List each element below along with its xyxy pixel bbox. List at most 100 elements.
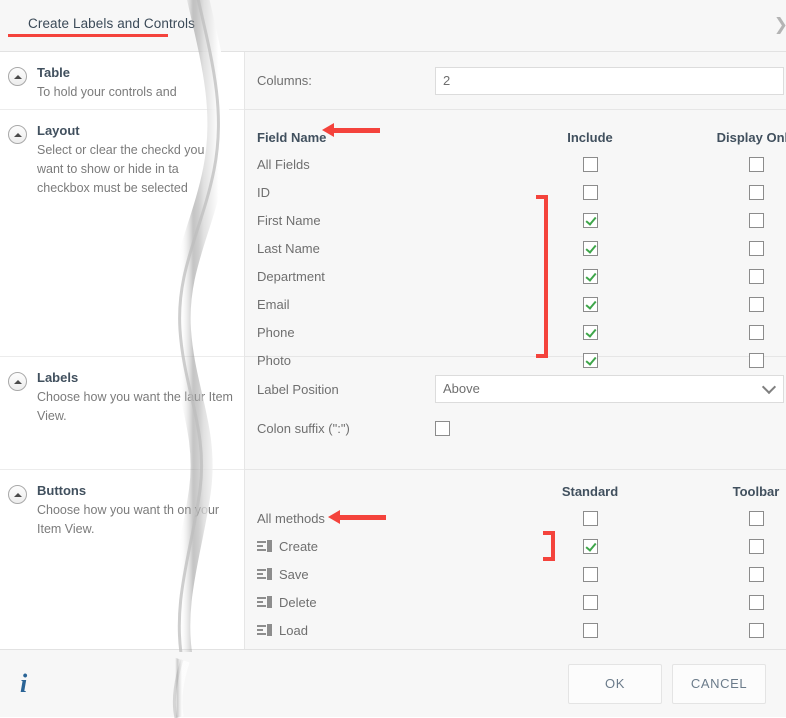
toolbar-checkbox[interactable]: [749, 623, 764, 638]
display-only-checkbox[interactable]: [749, 185, 764, 200]
table-row: Phone: [257, 318, 786, 346]
sidebar-section-labels[interactable]: Labels Choose how you want the laur Item…: [0, 357, 244, 470]
collapse-toggle-icon[interactable]: [8, 485, 27, 504]
sidebar-section-description: Choose how you want the laur Item View.: [37, 388, 234, 426]
cancel-button[interactable]: CANCEL: [672, 664, 766, 704]
include-checkbox[interactable]: [583, 157, 598, 172]
sidebar-section-title: Labels: [37, 370, 234, 385]
table-row: First Name: [257, 206, 786, 234]
method-icon: [257, 624, 272, 636]
sidebar-section-buttons[interactable]: Buttons Choose how you want th on your I…: [0, 470, 244, 649]
include-checkbox[interactable]: [583, 325, 598, 340]
column-header-toolbar: Toolbar: [673, 484, 786, 499]
table-row: Email: [257, 290, 786, 318]
display-only-checkbox[interactable]: [749, 157, 764, 172]
ok-button[interactable]: OK: [568, 664, 662, 704]
method-name-label: Save: [279, 567, 309, 582]
chevron-right-icon[interactable]: ❯: [774, 17, 786, 34]
field-name-label: Phone: [257, 325, 507, 340]
column-header-include: Include: [507, 130, 673, 145]
toolbar-checkbox[interactable]: [749, 595, 764, 610]
field-name-label: Photo: [257, 353, 507, 368]
include-checkbox[interactable]: [583, 353, 598, 368]
columns-input[interactable]: [435, 67, 784, 95]
fields-grid: Field Name Include Display Only All Fiel…: [257, 124, 786, 374]
include-checkbox[interactable]: [583, 241, 598, 256]
method-icon: [257, 568, 272, 580]
column-header-display-only: Display Only: [673, 130, 786, 145]
method-icon: [257, 596, 272, 608]
collapse-toggle-icon[interactable]: [8, 125, 27, 144]
include-checkbox[interactable]: [583, 269, 598, 284]
standard-checkbox[interactable]: [583, 567, 598, 582]
standard-checkbox[interactable]: [583, 623, 598, 638]
sidebar: Table To hold your controls and Layout S…: [0, 52, 245, 649]
bracket-annotation-create-standard: [543, 531, 555, 561]
table-row: ID: [257, 178, 786, 206]
standard-checkbox[interactable]: [583, 595, 598, 610]
method-name-label: All methods: [257, 511, 325, 526]
colon-suffix-checkbox[interactable]: [435, 421, 450, 436]
chevron-down-icon: [764, 382, 775, 393]
standard-checkbox[interactable]: [583, 539, 598, 554]
toolbar-checkbox[interactable]: [749, 567, 764, 582]
method-icon: [257, 540, 272, 552]
table-row: Create: [257, 532, 786, 560]
sidebar-section-title: Buttons: [37, 483, 234, 498]
label-position-label: Label Position: [257, 382, 435, 397]
display-only-checkbox[interactable]: [749, 297, 764, 312]
sidebar-section-layout[interactable]: Layout Select or clear the checkd you wa…: [0, 110, 244, 357]
field-name-label: Email: [257, 297, 507, 312]
label-position-value: Above: [435, 375, 784, 403]
display-only-checkbox[interactable]: [749, 325, 764, 340]
display-only-checkbox[interactable]: [749, 241, 764, 256]
method-name-label: Load: [279, 623, 308, 638]
dialog-footer: i OK CANCEL: [0, 649, 786, 717]
colon-suffix-label: Colon suffix (":"): [257, 421, 435, 436]
pane-labels: Label Position Above Colon suffix (":"): [245, 357, 786, 470]
info-icon[interactable]: i: [20, 669, 27, 699]
dialog-body: Table To hold your controls and Layout S…: [0, 52, 786, 649]
method-name-label: Delete: [279, 595, 317, 610]
sidebar-section-description: Choose how you want th on your Item View…: [37, 501, 234, 539]
collapse-toggle-icon[interactable]: [8, 67, 27, 86]
pane-buttons: Standard Toolbar All methods Creat: [245, 470, 786, 649]
method-name-label: Create: [279, 539, 318, 554]
include-checkbox[interactable]: [583, 213, 598, 228]
include-checkbox[interactable]: [583, 185, 598, 200]
content-panel: Columns: Field Name Include Display Only…: [245, 52, 786, 649]
toolbar-checkbox[interactable]: [749, 511, 764, 526]
standard-checkbox[interactable]: [583, 511, 598, 526]
arrow-annotation-field-name: [333, 128, 380, 133]
display-only-checkbox[interactable]: [749, 269, 764, 284]
dialog-header: Create Labels and Controls ❯: [0, 0, 786, 52]
pane-table: Columns:: [245, 52, 786, 110]
table-row: Load: [257, 616, 786, 644]
field-name-label: Department: [257, 269, 507, 284]
display-only-checkbox[interactable]: [749, 353, 764, 368]
bracket-annotation-include-column: [536, 195, 548, 358]
collapse-toggle-icon[interactable]: [8, 372, 27, 391]
methods-grid-header: Standard Toolbar: [257, 478, 786, 504]
sidebar-section-title: Layout: [37, 123, 234, 138]
include-checkbox[interactable]: [583, 297, 598, 312]
table-row: Delete: [257, 588, 786, 616]
sidebar-section-table[interactable]: Table To hold your controls and: [0, 52, 244, 110]
arrow-annotation-all-methods: [339, 515, 386, 520]
table-row: Last Name: [257, 234, 786, 262]
sidebar-section-title: Table: [37, 65, 234, 80]
page-title: Create Labels and Controls: [28, 16, 195, 35]
label-position-select[interactable]: Above: [435, 375, 784, 403]
field-name-label: Last Name: [257, 241, 507, 256]
field-name-label: First Name: [257, 213, 507, 228]
table-row: Save: [257, 560, 786, 588]
title-underline-annotation: [8, 34, 168, 37]
table-row: Department: [257, 262, 786, 290]
sidebar-section-description: Select or clear the checkd you want to s…: [37, 141, 234, 197]
toolbar-checkbox[interactable]: [749, 539, 764, 554]
column-header-standard: Standard: [507, 484, 673, 499]
sidebar-section-description: To hold your controls and: [37, 83, 234, 102]
table-row: All Fields: [257, 150, 786, 178]
column-header-field-name: Field Name: [257, 130, 507, 145]
display-only-checkbox[interactable]: [749, 213, 764, 228]
